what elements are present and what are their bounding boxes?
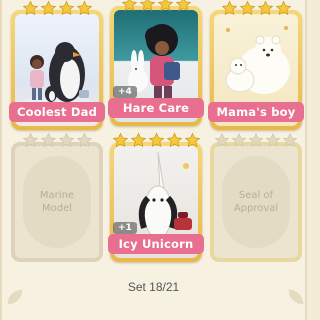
star-outline-icon <box>248 133 264 147</box>
card-title: Seal of Approval <box>214 189 298 215</box>
card-icy-unicorn[interactable]: +1 Icy Unicorn <box>108 132 204 262</box>
star-icon <box>112 132 128 148</box>
star-icon <box>166 132 182 148</box>
card-title: Coolest Dad <box>9 102 105 122</box>
star-outline-icon <box>231 133 247 147</box>
card-title: Hare Care <box>108 98 204 118</box>
star-icon <box>257 0 273 16</box>
star-outline-icon <box>22 132 38 148</box>
star-outline-icon <box>76 132 92 148</box>
card-title: Icy Unicorn <box>108 234 204 254</box>
duplicate-count-badge: +4 <box>113 86 137 98</box>
star-icon <box>221 0 237 16</box>
star-icon <box>275 0 291 16</box>
star-icon <box>139 0 155 12</box>
star-icon <box>22 0 38 16</box>
card-seal-of-approval[interactable]: Seal of Approval <box>210 133 302 262</box>
star-rating <box>11 0 103 17</box>
star-rating <box>15 132 99 149</box>
card-hare-care[interactable]: +4 Hare Care <box>108 0 204 126</box>
star-icon <box>184 132 200 148</box>
star-rating <box>110 132 202 149</box>
star-outline-icon <box>40 132 56 148</box>
star-icon <box>239 0 255 16</box>
star-icon <box>58 0 74 16</box>
star-rating <box>214 132 298 149</box>
star-icon <box>157 0 173 12</box>
star-outline-icon <box>282 133 298 147</box>
star-icon <box>121 0 137 12</box>
star-icon <box>130 132 146 148</box>
star-outline-icon <box>265 133 281 147</box>
card-title: Marine Model <box>15 189 99 215</box>
star-outline-icon <box>214 133 230 147</box>
card-coolest-dad[interactable]: Coolest Dad <box>9 0 105 130</box>
card-title-text: Marine Model <box>39 190 75 214</box>
set-progress-label: Set 18/21 <box>127 280 180 294</box>
star-rating <box>110 0 202 13</box>
card-marine-model[interactable]: Marine Model <box>11 132 103 262</box>
star-outline-icon <box>58 132 74 148</box>
duplicate-count-badge: +1 <box>113 222 137 234</box>
star-rating <box>210 0 302 17</box>
card-title: Mama's boy <box>208 102 304 122</box>
card-mamas-boy[interactable]: Mama's boy <box>208 0 304 130</box>
album-panel: Coolest Dad +4 Hare Care Mama's boy Mari… <box>0 0 307 320</box>
star-icon <box>40 0 56 16</box>
star-icon <box>175 0 191 12</box>
card-title-text: Seal of Approval <box>233 190 279 214</box>
star-icon <box>148 132 164 148</box>
star-icon <box>76 0 92 16</box>
